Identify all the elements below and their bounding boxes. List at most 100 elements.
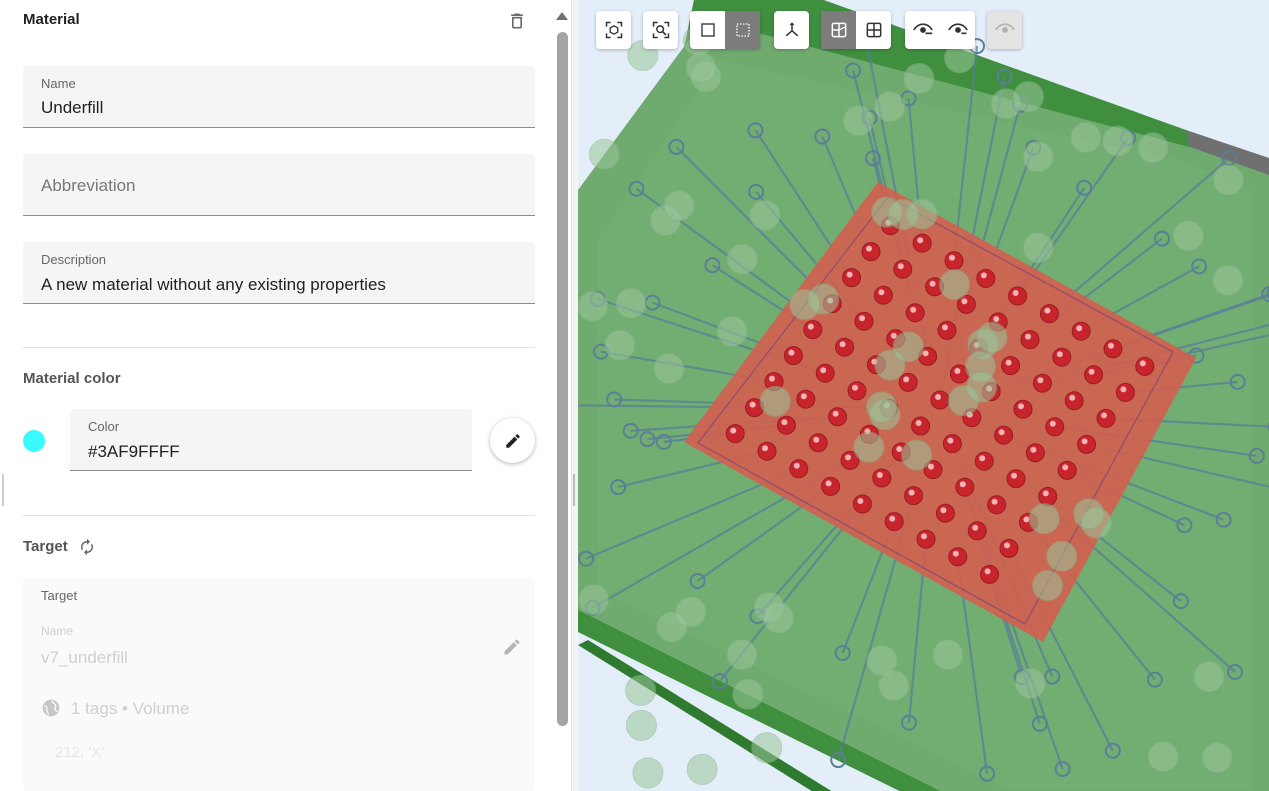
solder-bump-highlight — [1101, 412, 1107, 419]
panel-title: Material — [23, 11, 80, 28]
solder-bump-highlight — [857, 498, 864, 504]
solder-bump-highlight — [993, 316, 1000, 322]
board-ball — [1201, 742, 1233, 774]
description-label: Description — [41, 252, 107, 267]
solder-bump-highlight — [1088, 368, 1095, 375]
globe-icon — [42, 699, 60, 717]
solder-bump-highlight — [959, 481, 966, 488]
solder-bump-highlight — [1025, 333, 1031, 340]
select-box-icon[interactable] — [690, 11, 725, 49]
board-ball — [1147, 741, 1179, 773]
hide-icon[interactable] — [905, 11, 940, 49]
fit-selection-icon[interactable] — [596, 11, 631, 49]
solder-bump — [828, 407, 848, 427]
solder-bump — [1001, 356, 1021, 376]
app-root: Material Name Underfill Abbreviation Des… — [0, 0, 1269, 791]
solder-bump — [955, 477, 975, 497]
panel-splitter[interactable] — [571, 0, 578, 791]
board-ball — [1070, 122, 1102, 154]
resize-grip[interactable] — [2, 474, 4, 506]
grid-view-icon[interactable] — [856, 11, 891, 49]
solder-bump-highlight — [820, 367, 827, 374]
board-ball — [932, 639, 964, 671]
solder-bump — [796, 389, 816, 409]
3d-scene[interactable] — [578, 0, 1269, 791]
solder-bump — [1096, 408, 1116, 428]
board-ball — [789, 289, 821, 321]
solder-bump-highlight — [908, 489, 915, 496]
board-ball — [887, 199, 919, 231]
abbreviation-placeholder: Abbreviation — [41, 176, 136, 195]
delete-icon[interactable] — [507, 11, 527, 31]
solder-bump-highlight — [1037, 377, 1044, 384]
solder-bump-highlight — [1044, 307, 1051, 314]
solder-bump-highlight — [961, 298, 968, 305]
board-ball — [625, 709, 657, 741]
solder-bump-highlight — [954, 368, 961, 374]
board-ball — [588, 138, 620, 170]
board-ball — [604, 329, 636, 361]
solder-bump-highlight — [889, 515, 896, 522]
target-tags: 1 tags • Volume — [71, 699, 190, 718]
solder-bump-highlight — [859, 315, 865, 322]
show-icon[interactable] — [940, 11, 975, 49]
solder-bump-highlight — [972, 524, 979, 531]
solder-bump — [789, 459, 809, 479]
solder-bump — [916, 529, 936, 549]
solder-bump-highlight — [949, 254, 955, 261]
solder-bump — [942, 434, 962, 454]
description-field[interactable]: Description A new material without any e… — [23, 242, 535, 304]
board-ball — [632, 757, 664, 789]
name-field[interactable]: Name Underfill — [23, 66, 535, 128]
solder-bump — [974, 451, 994, 471]
board-ball — [615, 287, 647, 319]
color-swatch[interactable] — [23, 430, 45, 452]
splitter-grip[interactable] — [573, 474, 575, 506]
color-field[interactable]: Color #3AF9FFFF — [70, 409, 472, 471]
solder-bump — [980, 564, 1000, 584]
board-ball — [1137, 132, 1169, 164]
solder-bump-highlight — [866, 245, 872, 252]
board-ball — [1102, 125, 1134, 157]
solder-bump — [803, 320, 823, 340]
scroll-up-arrow[interactable] — [556, 12, 568, 20]
solder-bump — [861, 242, 881, 262]
board-ball — [753, 591, 785, 623]
target-card: Target Name v7_underfill 1 tags • Volume… — [23, 578, 535, 791]
solder-bump — [994, 425, 1014, 445]
abbreviation-field[interactable]: Abbreviation — [23, 154, 535, 216]
solder-bump — [1032, 373, 1052, 393]
axes-icon[interactable] — [774, 11, 809, 49]
section-view-icon[interactable] — [821, 11, 856, 49]
solder-bump — [842, 268, 862, 288]
solder-bump-highlight — [807, 323, 814, 330]
solder-bump-highlight — [1042, 490, 1049, 497]
edit-color-button[interactable] — [490, 418, 535, 463]
zoom-fit-icon[interactable] — [643, 11, 678, 49]
solder-bump-highlight — [800, 393, 807, 400]
toolbar-group — [905, 11, 975, 49]
solder-bump-highlight — [1023, 516, 1030, 523]
board-ball — [625, 674, 657, 706]
refresh-icon[interactable] — [78, 538, 96, 556]
board-ball — [751, 732, 783, 764]
board-ball — [903, 63, 935, 95]
board-ball — [939, 268, 971, 300]
eye-disabled-icon[interactable] — [987, 11, 1022, 49]
pencil-icon[interactable] — [502, 637, 522, 657]
select-dotted-box-icon[interactable] — [725, 11, 760, 49]
solder-bump — [1039, 304, 1059, 324]
board-ball — [901, 439, 933, 471]
target-card-label: Target — [41, 588, 78, 603]
solder-bump — [898, 372, 918, 392]
solder-bump-highlight — [839, 341, 846, 348]
solder-bump-highlight — [935, 394, 941, 400]
solder-bump — [783, 346, 803, 366]
toolbar-group — [690, 11, 760, 49]
3d-viewer[interactable] — [578, 0, 1269, 791]
scrollbar-thumb[interactable] — [557, 32, 568, 726]
solder-bump — [944, 251, 964, 271]
divider — [23, 515, 535, 516]
solder-bump-highlight — [940, 507, 947, 514]
toolbar-group — [774, 11, 809, 49]
